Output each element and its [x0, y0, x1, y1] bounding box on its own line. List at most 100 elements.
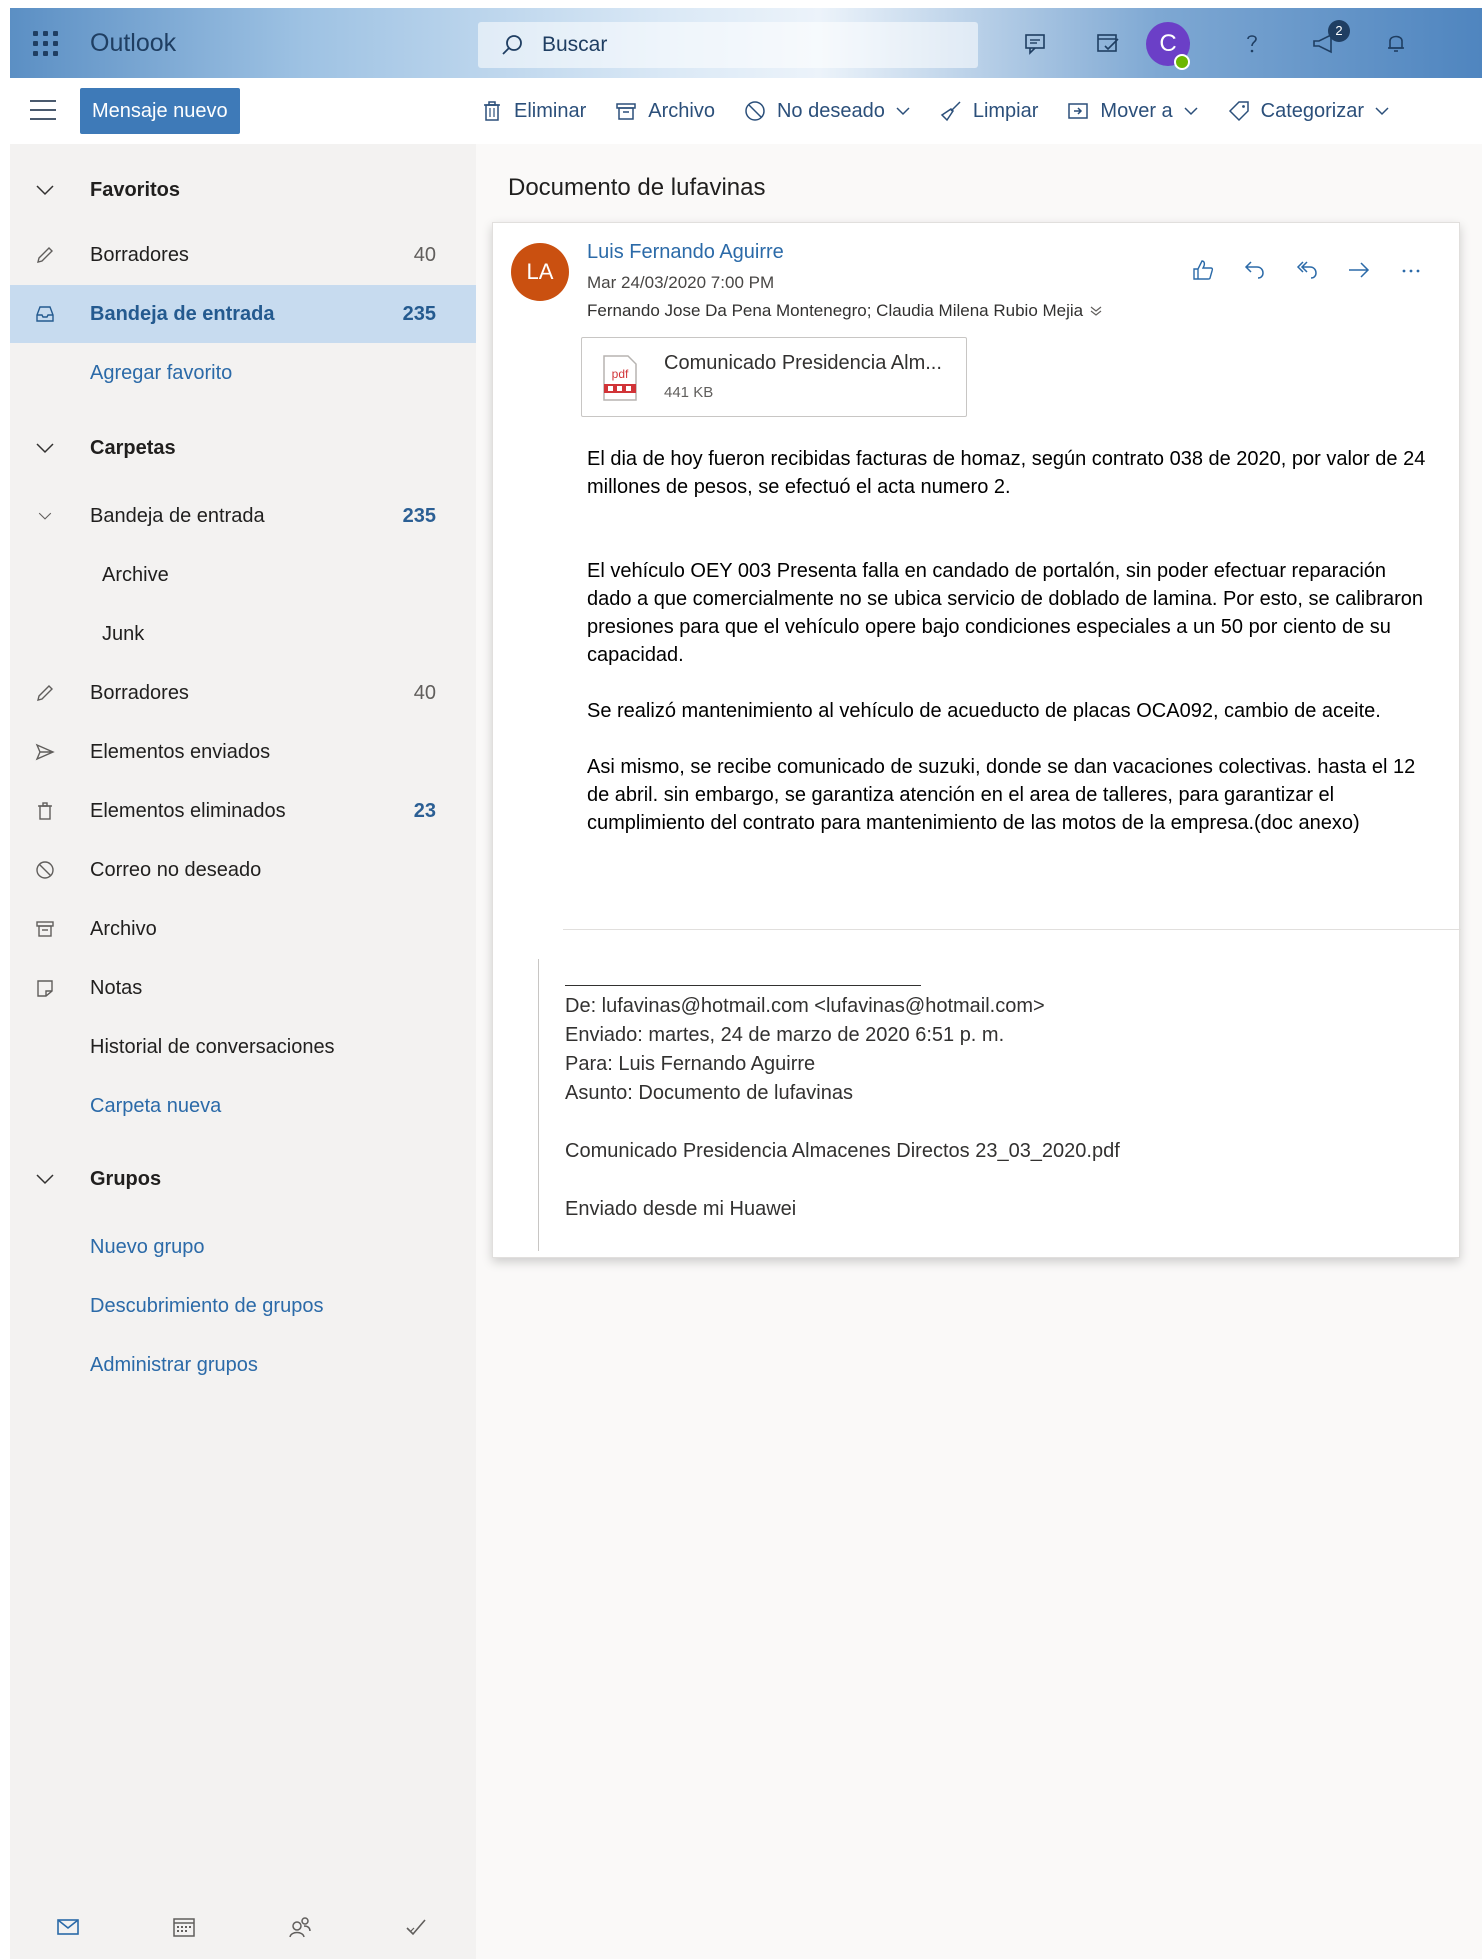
sweep-label: Limpiar [972, 99, 1039, 122]
folder-item-inbox[interactable]: Bandeja de entrada 235 [10, 487, 476, 545]
quoted-subject: Asunto: Documento de lufavinas [565, 1082, 853, 1104]
app-name[interactable]: Outlook [90, 8, 176, 78]
move-to-button[interactable]: Mover a [1066, 99, 1198, 123]
folder-item-notes[interactable]: Notas [10, 959, 476, 1017]
nav-item-count: 235 [402, 504, 436, 527]
junk-button[interactable]: No deseado [743, 99, 911, 123]
my-day-button[interactable] [1072, 8, 1144, 78]
presence-status-icon [1174, 54, 1190, 70]
arrow-right-icon [1349, 262, 1370, 278]
favorites-header[interactable]: Favoritos [10, 161, 476, 219]
new-group-link[interactable]: Nuevo grupo [10, 1218, 476, 1276]
archive-label: Archivo [648, 99, 715, 122]
people-module-button[interactable] [242, 1914, 358, 1940]
nav-item-label: Archivo [90, 917, 157, 940]
folder-item-junk-mail[interactable]: Correo no deseado [10, 841, 476, 899]
app-launcher-button[interactable] [10, 8, 80, 78]
archive-icon [32, 916, 58, 942]
chevron-down-icon [32, 435, 58, 461]
message-recipients[interactable]: Fernando Jose Da Pena Montenegro; Claudi… [587, 301, 1103, 321]
search-placeholder: Buscar [542, 33, 608, 56]
nav-item-label: Bandeja de entrada [90, 504, 265, 527]
nav-item-label: Nuevo grupo [90, 1235, 205, 1258]
sender-name[interactable]: Luis Fernando Aguirre [587, 241, 784, 264]
inbox-icon [32, 301, 58, 327]
new-message-button[interactable]: Mensaje nuevo [80, 88, 240, 134]
folders-label: Carpetas [90, 436, 176, 459]
trash-icon [484, 101, 500, 121]
nav-item-label: Agregar favorito [90, 361, 233, 384]
sweep-button[interactable]: Limpiar [939, 99, 1039, 123]
junk-label: No deseado [776, 99, 885, 122]
delete-button[interactable]: Eliminar [480, 99, 586, 123]
attachment-card[interactable]: pdf Comunicado Presidencia Alm... 441 KB [581, 337, 967, 417]
pencil-icon [32, 242, 58, 268]
folder-item-junk[interactable]: Junk [10, 605, 476, 663]
chevron-down-icon [1184, 107, 1198, 116]
quoted-signature: Enviado desde mi Huawei [565, 1198, 797, 1220]
chevron-down-icon [1375, 107, 1389, 116]
folder-item-archivo[interactable]: Archivo [10, 900, 476, 958]
body-paragraph: Asi mismo, se recibe comunicado de suzuk… [587, 756, 1416, 834]
mail-module-button[interactable] [10, 1914, 126, 1940]
manage-groups-link[interactable]: Administrar grupos [10, 1336, 476, 1394]
folders-header[interactable]: Carpetas [10, 419, 476, 477]
search-icon [502, 35, 522, 55]
folder-item-archive[interactable]: Archive [10, 546, 476, 604]
discover-groups-link[interactable]: Descubrimiento de grupos [10, 1277, 476, 1335]
divider [563, 929, 1461, 930]
nav-item-count: 40 [413, 243, 436, 266]
delete-label: Eliminar [514, 99, 587, 122]
sender-avatar[interactable]: LA [511, 243, 569, 301]
body-paragraph: El vehículo OEY 003 Presenta falla en ca… [587, 560, 1424, 666]
double-chevron-down-icon[interactable] [1089, 304, 1103, 318]
thumbs-up-icon [1193, 260, 1214, 280]
nav-item-count: 23 [413, 799, 436, 822]
new-folder-link[interactable]: Carpeta nueva [10, 1077, 476, 1135]
folder-item-deleted[interactable]: Elementos eliminados 23 [10, 782, 476, 840]
hamburger-menu-icon[interactable] [30, 100, 56, 120]
favorites-item-drafts[interactable]: Borradores 40 [10, 226, 476, 284]
todo-module-button[interactable] [358, 1914, 474, 1940]
search-box[interactable]: Buscar [478, 22, 978, 68]
folder-item-sent[interactable]: Elementos enviados [10, 723, 476, 781]
add-favorite-link[interactable]: Agregar favorito [10, 344, 476, 402]
like-button[interactable] [1177, 253, 1229, 287]
nav-item-count: 235 [402, 302, 436, 325]
nav-item-label: Borradores [90, 681, 189, 704]
archive-button[interactable]: Archivo [614, 99, 715, 123]
move-to-label: Mover a [1100, 99, 1173, 122]
skype-chat-button[interactable] [1000, 8, 1072, 78]
help-button[interactable] [1216, 8, 1288, 78]
body-paragraph: Se realizó mantenimiento al vehículo de … [587, 700, 1381, 722]
nav-item-label: Carpeta nueva [90, 1094, 222, 1117]
folder-item-drafts[interactable]: Borradores 40 [10, 664, 476, 722]
groups-header[interactable]: Grupos [10, 1150, 476, 1208]
calendar-module-button[interactable] [126, 1914, 242, 1940]
favorites-label: Favoritos [90, 178, 181, 201]
block-icon [745, 101, 765, 121]
folder-item-conversation-history[interactable]: Historial de conversaciones [10, 1018, 476, 1076]
chevron-down-icon[interactable] [32, 503, 58, 529]
categorize-button[interactable]: Categorizar [1227, 99, 1390, 123]
broom-icon [940, 101, 961, 122]
more-actions-button[interactable] [1385, 253, 1437, 287]
reply-all-button[interactable] [1281, 253, 1333, 287]
groups-label: Grupos [90, 1167, 162, 1190]
message-body: El dia de hoy fueron recibidas facturas … [587, 445, 1427, 865]
favorites-item-inbox[interactable]: Bandeja de entrada 235 [10, 285, 476, 343]
reply-button[interactable] [1229, 253, 1281, 287]
trash-icon [32, 798, 58, 824]
nav-item-label: Notas [90, 976, 143, 999]
folder-pane: Favoritos Borradores 40 Bandeja de entra… [10, 144, 476, 1959]
notifications-button[interactable] [1360, 8, 1432, 78]
archive-icon [616, 103, 636, 120]
whats-new-button[interactable]: 2 [1288, 8, 1360, 78]
quoted-to: Para: Luis Fernando Aguirre [565, 1053, 816, 1075]
chevron-down-icon [896, 107, 910, 116]
people-icon [289, 1917, 311, 1938]
attachment-size: 441 KB [664, 384, 714, 401]
nav-item-label: Junk [102, 622, 145, 645]
reply-all-icon [1296, 261, 1317, 279]
forward-button[interactable] [1333, 253, 1385, 287]
